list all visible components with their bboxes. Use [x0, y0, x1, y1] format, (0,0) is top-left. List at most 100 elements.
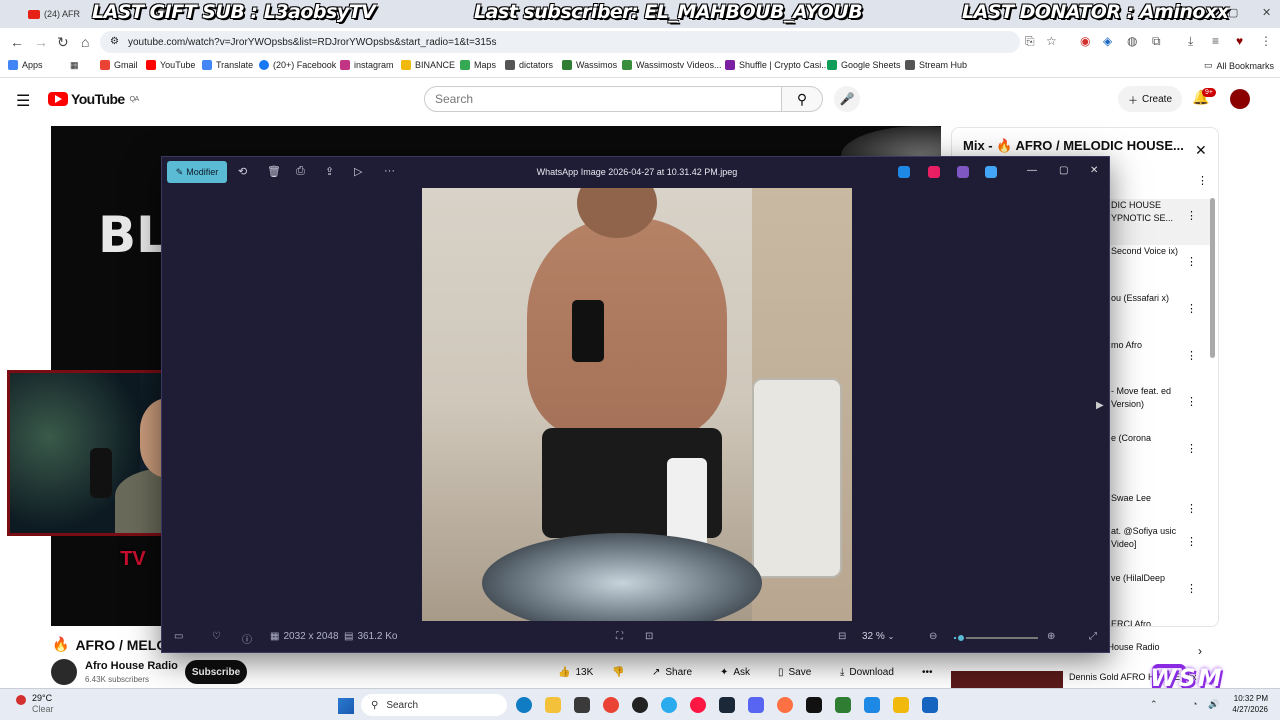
- home-icon[interactable]: ⌂: [81, 34, 89, 50]
- profile-icon[interactable]: ♥: [1236, 34, 1243, 48]
- app-icon[interactable]: [864, 697, 880, 713]
- share-button[interactable]: ↗ Share: [652, 661, 692, 683]
- rotate-icon[interactable]: ⟲: [238, 165, 247, 178]
- favorite-heart-icon[interactable]: ♡: [212, 631, 221, 642]
- subscribe-button[interactable]: Subscribe: [185, 660, 247, 684]
- fit-to-window-icon[interactable]: ⊟: [838, 631, 846, 642]
- steam-icon[interactable]: [719, 697, 735, 713]
- app-shortcut-icon[interactable]: [898, 166, 910, 178]
- back-icon[interactable]: ←: [10, 34, 24, 50]
- file-explorer-icon[interactable]: [545, 697, 561, 713]
- more-options-icon[interactable]: ···: [384, 165, 395, 177]
- item-menu-icon[interactable]: ⋮: [1186, 255, 1197, 268]
- system-clock[interactable]: 10:32 PM 4/27/2026: [1224, 693, 1268, 715]
- item-menu-icon[interactable]: ⋮: [1186, 395, 1197, 408]
- playlist-menu-icon[interactable]: ⋮: [1197, 174, 1208, 187]
- network-icon[interactable]: ◔: [1192, 699, 1197, 709]
- bookmark-item[interactable]: instagram: [340, 60, 394, 70]
- site-info-icon[interactable]: ⚙: [110, 36, 119, 47]
- item-menu-icon[interactable]: ⋮: [1186, 502, 1197, 515]
- zoom-in-icon[interactable]: ⊕: [1047, 631, 1055, 642]
- app-icon[interactable]: [835, 697, 851, 713]
- chevron-right-icon[interactable]: ›: [1198, 644, 1202, 658]
- item-menu-icon[interactable]: ⋮: [1186, 535, 1197, 548]
- discord-icon[interactable]: [748, 697, 764, 713]
- item-menu-icon[interactable]: ⋮: [1186, 209, 1197, 222]
- save-button[interactable]: ▯ Save: [778, 661, 811, 683]
- search-button[interactable]: ⚲: [781, 86, 823, 112]
- displayed-photo[interactable]: [422, 188, 852, 621]
- item-menu-icon[interactable]: ⋮: [1186, 442, 1197, 455]
- extensions-puzzle-icon[interactable]: ⧉: [1152, 34, 1161, 49]
- zoom-slider-handle[interactable]: [955, 633, 966, 643]
- like-button[interactable]: 👍 13K: [558, 661, 593, 683]
- minimize-icon[interactable]: —: [1027, 165, 1037, 176]
- dislike-button[interactable]: 👎: [612, 661, 624, 683]
- bookmark-item[interactable]: Google Sheets: [827, 60, 901, 70]
- channel-name[interactable]: Afro House Radio: [85, 660, 178, 672]
- more-actions-button[interactable]: •••: [922, 661, 933, 683]
- telegram-icon[interactable]: [661, 697, 677, 713]
- edge-icon[interactable]: [516, 697, 532, 713]
- chrome-icon[interactable]: [603, 697, 619, 713]
- hamburger-menu-icon[interactable]: ☰: [16, 91, 30, 111]
- extension-icon[interactable]: ◉: [1080, 34, 1090, 48]
- account-avatar[interactable]: [1230, 89, 1250, 109]
- item-menu-icon[interactable]: ⋮: [1186, 349, 1197, 362]
- bookmark-item[interactable]: (20+) Facebook: [259, 60, 336, 70]
- extension-icon[interactable]: ◈: [1103, 34, 1112, 48]
- bookmark-item[interactable]: dictators: [505, 60, 553, 70]
- crop-icon[interactable]: ⛶: [616, 631, 623, 642]
- firefox-icon[interactable]: [777, 697, 793, 713]
- forward-icon[interactable]: →: [34, 34, 48, 50]
- next-photo-icon[interactable]: ▶: [1096, 400, 1104, 411]
- photos-app-icon[interactable]: [922, 697, 938, 713]
- maximize-icon[interactable]: ▢: [1059, 165, 1068, 176]
- delete-icon[interactable]: 🗑: [267, 165, 281, 178]
- close-window-icon[interactable]: ✕: [1262, 6, 1271, 19]
- tray-chevron-icon[interactable]: ⌃: [1150, 699, 1158, 710]
- minimize-window-icon[interactable]: —: [1188, 6, 1199, 18]
- voice-search-button[interactable]: 🎤: [834, 86, 860, 112]
- zoom-out-icon[interactable]: ⊖: [929, 631, 937, 642]
- create-button[interactable]: ＋ Create: [1118, 86, 1183, 112]
- close-icon[interactable]: ✕: [1090, 165, 1098, 176]
- youtube-logo[interactable]: YouTube QA: [48, 91, 139, 107]
- slideshow-icon[interactable]: ▷: [354, 165, 362, 178]
- playlist-scrollbar[interactable]: [1210, 198, 1215, 358]
- bookmark-item[interactable]: Wassimos: [562, 60, 617, 70]
- zoom-slider[interactable]: [954, 633, 1038, 643]
- browser-tab[interactable]: (24) AFR: [28, 4, 98, 24]
- zoom-level[interactable]: 32 % ⌄: [862, 631, 894, 642]
- install-app-icon[interactable]: ⎘: [1025, 34, 1035, 49]
- app-shortcut-icon[interactable]: [928, 166, 940, 178]
- menu-icon[interactable]: ⋮: [1260, 34, 1272, 48]
- edit-button[interactable]: ✎ Modifier: [167, 161, 227, 183]
- obs-icon[interactable]: [632, 697, 648, 713]
- share-icon[interactable]: ⇪: [325, 165, 334, 178]
- search-input[interactable]: Search: [424, 86, 782, 112]
- reload-icon[interactable]: ↻: [57, 34, 69, 51]
- taskbar-search[interactable]: ⚲ Search: [361, 694, 507, 716]
- grid-icon[interactable]: ▦: [70, 60, 79, 71]
- opera-icon[interactable]: [690, 697, 706, 713]
- item-menu-icon[interactable]: ⋮: [1186, 302, 1197, 315]
- item-menu-icon[interactable]: ⋮: [1186, 582, 1197, 595]
- volume-icon[interactable]: 🔊: [1208, 699, 1219, 710]
- bookmark-item[interactable]: Gmail: [100, 60, 138, 70]
- fullscreen-icon[interactable]: ⤢: [1089, 631, 1097, 642]
- start-button-icon[interactable]: [338, 698, 354, 714]
- bookmark-item[interactable]: BINANCE: [401, 60, 455, 70]
- binance-icon[interactable]: [893, 697, 909, 713]
- maximize-window-icon[interactable]: ▢: [1228, 6, 1238, 19]
- print-icon[interactable]: ⎙: [296, 165, 305, 178]
- cloud-icon[interactable]: [985, 166, 997, 178]
- bookmark-item[interactable]: Apps: [8, 60, 43, 70]
- media-control-icon[interactable]: ≡: [1212, 34, 1219, 48]
- bookmark-item[interactable]: Stream Hub: [905, 60, 967, 70]
- all-bookmarks[interactable]: ▭ All Bookmarks: [1204, 60, 1274, 71]
- store-icon[interactable]: [574, 697, 590, 713]
- bookmark-item[interactable]: Wassimostv Videos...: [622, 60, 722, 70]
- bookmark-item[interactable]: YouTube: [146, 60, 195, 70]
- extension-icon[interactable]: ◍: [1127, 34, 1137, 48]
